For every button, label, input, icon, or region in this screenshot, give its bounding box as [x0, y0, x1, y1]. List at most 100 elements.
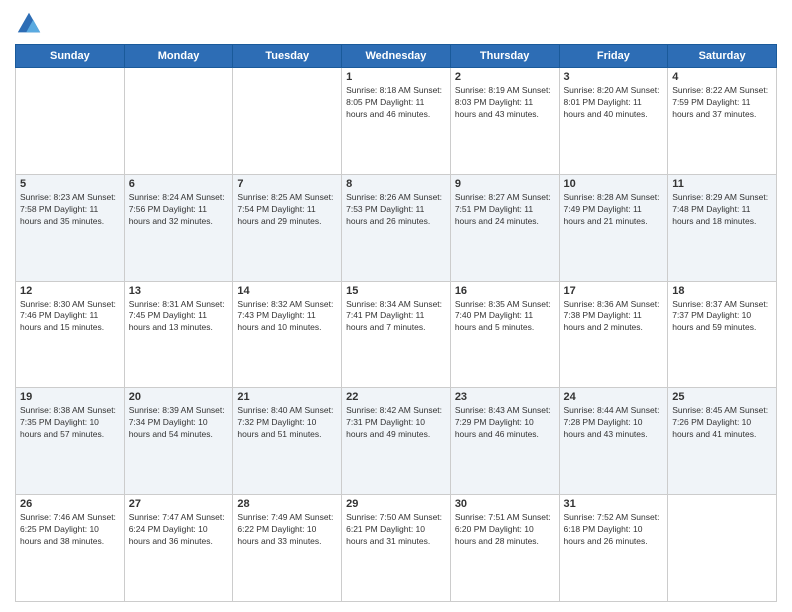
day-number: 14: [237, 285, 337, 297]
calendar-cell: 24 Sunrise: 8:44 AM Sunset: 7:28 PM Dayli…: [559, 388, 668, 495]
day-info: Sunrise: 8:29 AM Sunset: 7:48 PM Dayligh…: [672, 192, 772, 228]
day-info: Sunrise: 8:22 AM Sunset: 7:59 PM Dayligh…: [672, 85, 772, 121]
day-info: Sunrise: 8:37 AM Sunset: 7:37 PM Dayligh…: [672, 299, 772, 335]
day-number: 15: [346, 285, 446, 297]
day-number: 22: [346, 391, 446, 403]
day-number: 3: [564, 71, 664, 83]
day-number: 16: [455, 285, 555, 297]
day-number: 6: [129, 178, 229, 190]
day-number: 8: [346, 178, 446, 190]
day-number: 30: [455, 498, 555, 510]
day-number: 13: [129, 285, 229, 297]
day-info: Sunrise: 8:20 AM Sunset: 8:01 PM Dayligh…: [564, 85, 664, 121]
calendar-cell: 1 Sunrise: 8:18 AM Sunset: 8:05 PM Daylig…: [342, 68, 451, 175]
day-info: Sunrise: 8:30 AM Sunset: 7:46 PM Dayligh…: [20, 299, 120, 335]
calendar-cell: 10 Sunrise: 8:28 AM Sunset: 7:49 PM Dayli…: [559, 174, 668, 281]
day-number: 5: [20, 178, 120, 190]
day-info: Sunrise: 8:31 AM Sunset: 7:45 PM Dayligh…: [129, 299, 229, 335]
day-info: Sunrise: 8:40 AM Sunset: 7:32 PM Dayligh…: [237, 405, 337, 441]
calendar-cell: 12Sunrise: 8:30 AM Sunset: 7:46 PM Dayli…: [16, 281, 125, 388]
col-header-thursday: Thursday: [450, 45, 559, 68]
calendar-week-1: 1 Sunrise: 8:18 AM Sunset: 8:05 PM Daylig…: [16, 68, 777, 175]
col-header-tuesday: Tuesday: [233, 45, 342, 68]
calendar-cell: 2 Sunrise: 8:19 AM Sunset: 8:03 PM Daylig…: [450, 68, 559, 175]
day-number: 27: [129, 498, 229, 510]
day-info: Sunrise: 8:38 AM Sunset: 7:35 PM Dayligh…: [20, 405, 120, 441]
calendar-cell: [233, 68, 342, 175]
col-header-monday: Monday: [124, 45, 233, 68]
day-info: Sunrise: 7:52 AM Sunset: 6:18 PM Dayligh…: [564, 512, 664, 548]
day-number: 25: [672, 391, 772, 403]
day-number: 9: [455, 178, 555, 190]
calendar-cell: 18 Sunrise: 8:37 AM Sunset: 7:37 PM Dayli…: [668, 281, 777, 388]
calendar-cell: [16, 68, 125, 175]
calendar-week-3: 12Sunrise: 8:30 AM Sunset: 7:46 PM Dayli…: [16, 281, 777, 388]
day-number: 18: [672, 285, 772, 297]
day-info: Sunrise: 8:26 AM Sunset: 7:53 PM Dayligh…: [346, 192, 446, 228]
day-info: Sunrise: 8:45 AM Sunset: 7:26 PM Dayligh…: [672, 405, 772, 441]
calendar-cell: 8 Sunrise: 8:26 AM Sunset: 7:53 PM Daylig…: [342, 174, 451, 281]
logo: [15, 10, 47, 38]
day-info: Sunrise: 8:44 AM Sunset: 7:28 PM Dayligh…: [564, 405, 664, 441]
day-number: 29: [346, 498, 446, 510]
calendar-cell: 19 Sunrise: 8:38 AM Sunset: 7:35 PM Dayli…: [16, 388, 125, 495]
day-info: Sunrise: 8:18 AM Sunset: 8:05 PM Dayligh…: [346, 85, 446, 121]
day-info: Sunrise: 8:19 AM Sunset: 8:03 PM Dayligh…: [455, 85, 555, 121]
day-info: Sunrise: 7:46 AM Sunset: 6:25 PM Dayligh…: [20, 512, 120, 548]
calendar-week-2: 5 Sunrise: 8:23 AM Sunset: 7:58 PM Daylig…: [16, 174, 777, 281]
day-number: 1: [346, 71, 446, 83]
page: SundayMondayTuesdayWednesdayThursdayFrid…: [0, 0, 792, 612]
calendar-cell: 5 Sunrise: 8:23 AM Sunset: 7:58 PM Daylig…: [16, 174, 125, 281]
day-info: Sunrise: 8:43 AM Sunset: 7:29 PM Dayligh…: [455, 405, 555, 441]
calendar-header-row: SundayMondayTuesdayWednesdayThursdayFrid…: [16, 45, 777, 68]
calendar-cell: 31 Sunrise: 7:52 AM Sunset: 6:18 PM Dayli…: [559, 495, 668, 602]
calendar-cell: 17 Sunrise: 8:36 AM Sunset: 7:38 PM Dayli…: [559, 281, 668, 388]
calendar-cell: 7 Sunrise: 8:25 AM Sunset: 7:54 PM Daylig…: [233, 174, 342, 281]
day-number: 19: [20, 391, 120, 403]
day-info: Sunrise: 7:49 AM Sunset: 6:22 PM Dayligh…: [237, 512, 337, 548]
calendar-cell: 13 Sunrise: 8:31 AM Sunset: 7:45 PM Dayli…: [124, 281, 233, 388]
col-header-wednesday: Wednesday: [342, 45, 451, 68]
day-info: Sunrise: 8:42 AM Sunset: 7:31 PM Dayligh…: [346, 405, 446, 441]
day-info: Sunrise: 7:47 AM Sunset: 6:24 PM Dayligh…: [129, 512, 229, 548]
header: [15, 10, 777, 38]
calendar-cell: 3 Sunrise: 8:20 AM Sunset: 8:01 PM Daylig…: [559, 68, 668, 175]
day-number: 21: [237, 391, 337, 403]
day-info: Sunrise: 8:34 AM Sunset: 7:41 PM Dayligh…: [346, 299, 446, 335]
day-info: Sunrise: 8:25 AM Sunset: 7:54 PM Dayligh…: [237, 192, 337, 228]
calendar-week-4: 19 Sunrise: 8:38 AM Sunset: 7:35 PM Dayli…: [16, 388, 777, 495]
calendar-table: SundayMondayTuesdayWednesdayThursdayFrid…: [15, 44, 777, 602]
day-info: Sunrise: 8:23 AM Sunset: 7:58 PM Dayligh…: [20, 192, 120, 228]
day-number: 28: [237, 498, 337, 510]
calendar-cell: 16Sunrise: 8:35 AM Sunset: 7:40 PM Dayli…: [450, 281, 559, 388]
calendar-cell: 22 Sunrise: 8:42 AM Sunset: 7:31 PM Dayli…: [342, 388, 451, 495]
calendar-cell: [124, 68, 233, 175]
day-info: Sunrise: 8:39 AM Sunset: 7:34 PM Dayligh…: [129, 405, 229, 441]
day-number: 2: [455, 71, 555, 83]
day-info: Sunrise: 8:36 AM Sunset: 7:38 PM Dayligh…: [564, 299, 664, 335]
calendar-cell: 11Sunrise: 8:29 AM Sunset: 7:48 PM Dayli…: [668, 174, 777, 281]
calendar-cell: 14 Sunrise: 8:32 AM Sunset: 7:43 PM Dayli…: [233, 281, 342, 388]
day-number: 7: [237, 178, 337, 190]
day-info: Sunrise: 7:50 AM Sunset: 6:21 PM Dayligh…: [346, 512, 446, 548]
calendar-cell: [668, 495, 777, 602]
day-info: Sunrise: 7:51 AM Sunset: 6:20 PM Dayligh…: [455, 512, 555, 548]
calendar-cell: 25 Sunrise: 8:45 AM Sunset: 7:26 PM Dayli…: [668, 388, 777, 495]
calendar-week-5: 26Sunrise: 7:46 AM Sunset: 6:25 PM Dayli…: [16, 495, 777, 602]
calendar-cell: 20Sunrise: 8:39 AM Sunset: 7:34 PM Dayli…: [124, 388, 233, 495]
day-info: Sunrise: 8:27 AM Sunset: 7:51 PM Dayligh…: [455, 192, 555, 228]
day-info: Sunrise: 8:32 AM Sunset: 7:43 PM Dayligh…: [237, 299, 337, 335]
day-info: Sunrise: 8:24 AM Sunset: 7:56 PM Dayligh…: [129, 192, 229, 228]
day-info: Sunrise: 8:28 AM Sunset: 7:49 PM Dayligh…: [564, 192, 664, 228]
day-number: 23: [455, 391, 555, 403]
day-number: 4: [672, 71, 772, 83]
day-number: 31: [564, 498, 664, 510]
calendar-cell: 9 Sunrise: 8:27 AM Sunset: 7:51 PM Daylig…: [450, 174, 559, 281]
col-header-saturday: Saturday: [668, 45, 777, 68]
day-number: 24: [564, 391, 664, 403]
day-number: 17: [564, 285, 664, 297]
col-header-friday: Friday: [559, 45, 668, 68]
calendar-cell: 21 Sunrise: 8:40 AM Sunset: 7:32 PM Dayli…: [233, 388, 342, 495]
day-number: 10: [564, 178, 664, 190]
calendar-cell: 27 Sunrise: 7:47 AM Sunset: 6:24 PM Dayli…: [124, 495, 233, 602]
